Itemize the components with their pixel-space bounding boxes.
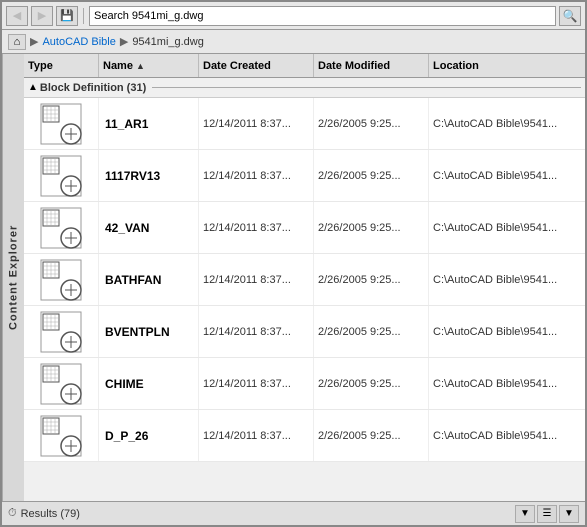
breadcrumb-current: 9541mi_g.dwg (132, 36, 204, 48)
cell-type-4 (24, 306, 99, 357)
cell-name-1: 1117RV13 (99, 150, 199, 201)
table-row[interactable]: 11_AR1 12/14/2011 8:37... 2/26/2005 9:25… (24, 98, 585, 150)
cell-date-created-6: 12/14/2011 8:37... (199, 410, 314, 461)
status-bar: ⏱ Results (79) ▼ ☰ ▼ (2, 501, 585, 525)
cell-date-created-5: 12/14/2011 8:37... (199, 358, 314, 409)
block-icon-6 (39, 414, 83, 458)
cell-type-0 (24, 98, 99, 149)
filter-button[interactable]: ▼ (515, 505, 535, 523)
cell-date-modified-6: 2/26/2005 9:25... (314, 410, 429, 461)
block-icon-2 (39, 206, 83, 250)
search-input[interactable] (89, 6, 556, 26)
cell-type-2 (24, 202, 99, 253)
app-window: ◀ ▶ 💾 🔍 ⌂ ▶ AutoCAD Bible ▶ 9541mi_g.dwg… (0, 0, 587, 527)
rows-area[interactable]: 11_AR1 12/14/2011 8:37... 2/26/2005 9:25… (24, 98, 585, 501)
search-button[interactable]: 🔍 (559, 6, 581, 26)
status-clock-icon: ⏱ (8, 507, 17, 520)
cell-date-modified-4: 2/26/2005 9:25... (314, 306, 429, 357)
cell-date-created-0: 12/14/2011 8:37... (199, 98, 314, 149)
header-name[interactable]: Name ▲ (99, 54, 199, 77)
save-button[interactable]: 💾 (56, 6, 78, 26)
cell-location-4: C:\AutoCAD Bible\9541... (429, 306, 585, 357)
cell-location-2: C:\AutoCAD Bible\9541... (429, 202, 585, 253)
header-date-created[interactable]: Date Created (199, 54, 314, 77)
group-header-line (152, 87, 581, 88)
group-collapse-icon[interactable]: ▲ (28, 82, 38, 93)
cell-date-modified-1: 2/26/2005 9:25... (314, 150, 429, 201)
cell-location-3: C:\AutoCAD Bible\9541... (429, 254, 585, 305)
header-location[interactable]: Location (429, 54, 585, 77)
breadcrumb-bar: ⌂ ▶ AutoCAD Bible ▶ 9541mi_g.dwg (2, 30, 585, 54)
cell-date-modified-2: 2/26/2005 9:25... (314, 202, 429, 253)
back-button[interactable]: ◀ (6, 6, 28, 26)
toolbar: ◀ ▶ 💾 🔍 (2, 2, 585, 30)
cell-date-created-4: 12/14/2011 8:37... (199, 306, 314, 357)
status-results-text: Results (79) (21, 508, 511, 520)
cell-location-5: C:\AutoCAD Bible\9541... (429, 358, 585, 409)
block-icon-0 (39, 102, 83, 146)
cell-date-created-3: 12/14/2011 8:37... (199, 254, 314, 305)
table-row[interactable]: BATHFAN 12/14/2011 8:37... 2/26/2005 9:2… (24, 254, 585, 306)
block-icon-4 (39, 310, 83, 354)
side-label: Content Explorer (2, 54, 24, 501)
cell-date-modified-5: 2/26/2005 9:25... (314, 358, 429, 409)
cell-name-2: 42_VAN (99, 202, 199, 253)
view-button[interactable]: ☰ (537, 505, 557, 523)
sort-arrow-icon: ▲ (136, 61, 145, 71)
cell-name-0: 11_AR1 (99, 98, 199, 149)
group-header: ▲ Block Definition (31) (24, 78, 585, 98)
cell-type-3 (24, 254, 99, 305)
content-area: Content Explorer Type Name ▲ Date Create… (2, 54, 585, 501)
breadcrumb-home-button[interactable]: ⌂ (8, 34, 26, 50)
breadcrumb-sep-2: ▶ (120, 35, 128, 48)
cell-name-4: BVENTPLN (99, 306, 199, 357)
header-type[interactable]: Type (24, 54, 99, 77)
table-row[interactable]: 42_VAN 12/14/2011 8:37... 2/26/2005 9:25… (24, 202, 585, 254)
cell-location-1: C:\AutoCAD Bible\9541... (429, 150, 585, 201)
table-header: Type Name ▲ Date Created Date Modified L… (24, 54, 585, 78)
cell-name-5: CHIME (99, 358, 199, 409)
settings-dropdown-button[interactable]: ▼ (559, 505, 579, 523)
cell-name-3: BATHFAN (99, 254, 199, 305)
cell-name-6: D_P_26 (99, 410, 199, 461)
breadcrumb-sep-1: ▶ (30, 35, 38, 48)
breadcrumb-link-1[interactable]: AutoCAD Bible (42, 36, 115, 48)
cell-date-modified-3: 2/26/2005 9:25... (314, 254, 429, 305)
table-container: Type Name ▲ Date Created Date Modified L… (24, 54, 585, 501)
block-icon-5 (39, 362, 83, 406)
status-actions: ▼ ☰ ▼ (515, 505, 579, 523)
cell-date-created-2: 12/14/2011 8:37... (199, 202, 314, 253)
cell-type-6 (24, 410, 99, 461)
table-row[interactable]: BVENTPLN 12/14/2011 8:37... 2/26/2005 9:… (24, 306, 585, 358)
toolbar-separator (83, 8, 84, 24)
group-header-label: Block Definition (31) (40, 82, 146, 94)
header-date-modified[interactable]: Date Modified (314, 54, 429, 77)
cell-date-modified-0: 2/26/2005 9:25... (314, 98, 429, 149)
block-icon-3 (39, 258, 83, 302)
table-row[interactable]: CHIME 12/14/2011 8:37... 2/26/2005 9:25.… (24, 358, 585, 410)
cell-date-created-1: 12/14/2011 8:37... (199, 150, 314, 201)
block-icon-1 (39, 154, 83, 198)
table-row[interactable]: D_P_26 12/14/2011 8:37... 2/26/2005 9:25… (24, 410, 585, 462)
cell-location-6: C:\AutoCAD Bible\9541... (429, 410, 585, 461)
forward-button[interactable]: ▶ (31, 6, 53, 26)
cell-type-1 (24, 150, 99, 201)
cell-location-0: C:\AutoCAD Bible\9541... (429, 98, 585, 149)
cell-type-5 (24, 358, 99, 409)
table-row[interactable]: 1117RV13 12/14/2011 8:37... 2/26/2005 9:… (24, 150, 585, 202)
